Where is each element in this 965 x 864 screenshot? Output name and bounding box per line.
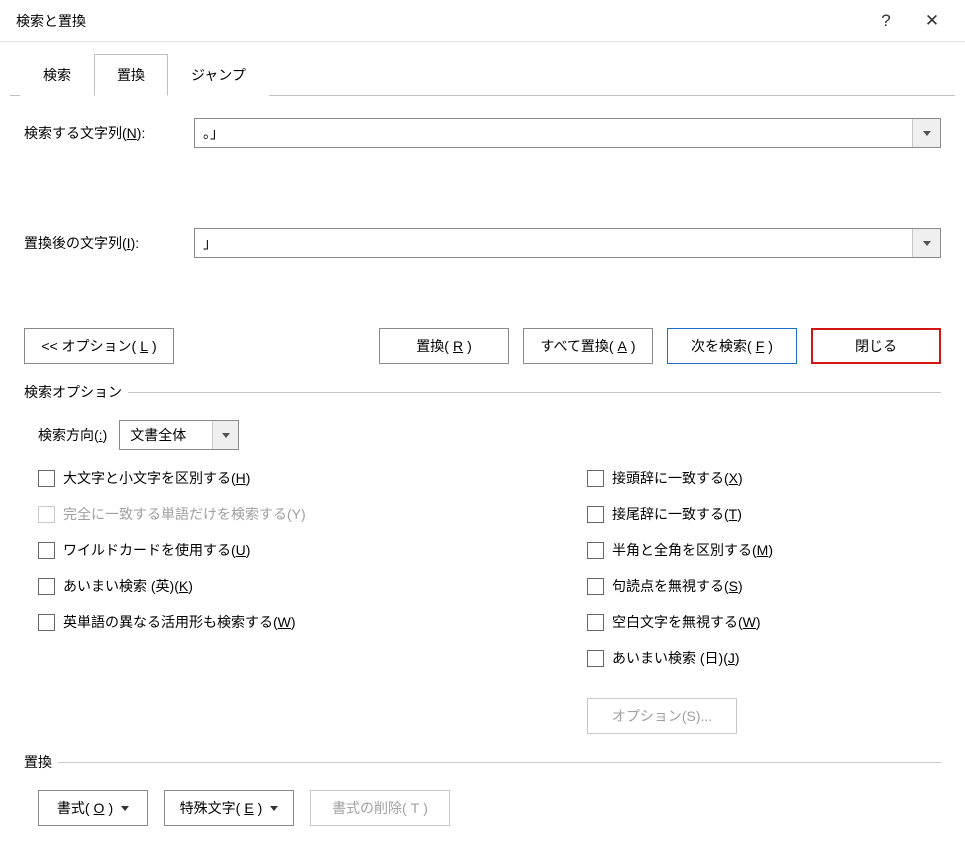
- checkbox-box: [38, 506, 55, 523]
- checkbox-left-2[interactable]: ワイルドカードを使用する(U): [38, 540, 547, 560]
- checkbox-box: [38, 578, 55, 595]
- help-button[interactable]: ?: [863, 0, 909, 42]
- checkbox-label: 接尾辞に一致する(T): [612, 504, 742, 524]
- checkbox-left-3[interactable]: あいまい検索 (英)(K): [38, 576, 547, 596]
- checkbox-label: ワイルドカードを使用する(U): [63, 540, 250, 560]
- replace-group: 置換 書式(O) 特殊文字(E) 書式の削除(T): [24, 752, 941, 830]
- direction-row: 検索方向(:) 文書全体: [38, 420, 927, 450]
- checkbox-right-3[interactable]: 句読点を無視する(S): [587, 576, 927, 596]
- checkbox-right-1[interactable]: 接尾辞に一致する(T): [587, 504, 927, 524]
- checkbox-label: 大文字と小文字を区別する(H): [63, 468, 250, 488]
- checkbox-label: 半角と全角を区別する(M): [612, 540, 773, 560]
- find-combobox: [194, 118, 941, 148]
- checkbox-label: あいまい検索 (英)(K): [63, 576, 193, 596]
- replace-group-header: 置換: [24, 752, 941, 772]
- tab-replace[interactable]: 置換: [94, 54, 168, 96]
- tab-search[interactable]: 検索: [20, 54, 94, 96]
- find-row: 検索する文字列(N):: [24, 118, 941, 148]
- tab-bar: 検索 置換 ジャンプ: [20, 54, 955, 96]
- chevron-down-icon: [923, 131, 931, 136]
- checkbox-left-4[interactable]: 英単語の異なる活用形も検索する(W): [38, 612, 547, 632]
- checkbox-left-0[interactable]: 大文字と小文字を区別する(H): [38, 468, 547, 488]
- format-button[interactable]: 書式(O): [38, 790, 148, 826]
- checkbox-right-4[interactable]: 空白文字を無視する(W): [587, 612, 927, 632]
- find-label: 検索する文字列(N):: [24, 123, 194, 143]
- close-window-button[interactable]: ✕: [909, 0, 955, 42]
- checkbox-right-0[interactable]: 接頭辞に一致する(X): [587, 468, 927, 488]
- checkbox-left-1: 完全に一致する単語だけを検索する(Y): [38, 504, 547, 524]
- close-button[interactable]: 閉じる: [811, 328, 941, 364]
- checkbox-label: 句読点を無視する(S): [612, 576, 743, 596]
- chevron-down-icon: [923, 241, 931, 246]
- titlebar: 検索と置換 ? ✕: [0, 0, 965, 42]
- find-dropdown-button[interactable]: [912, 119, 940, 147]
- checkbox-label: あいまい検索 (日)(J): [612, 648, 740, 668]
- checkbox-box: [587, 506, 604, 523]
- chevron-down-icon: [222, 433, 230, 438]
- find-next-button[interactable]: 次を検索(F): [667, 328, 797, 364]
- special-chars-button[interactable]: 特殊文字(E): [164, 790, 294, 826]
- checkbox-label: 完全に一致する単語だけを検索する(Y): [63, 504, 306, 524]
- find-input[interactable]: [195, 119, 912, 147]
- replace-button[interactable]: 置換(R): [379, 328, 509, 364]
- checkbox-label: 接頭辞に一致する(X): [612, 468, 743, 488]
- search-options-header: 検索オプション: [24, 382, 941, 402]
- chevron-down-icon: [270, 806, 278, 811]
- direction-label: 検索方向(:): [38, 425, 107, 445]
- direction-value: 文書全体: [120, 425, 212, 445]
- checkbox-label: 英単語の異なる活用形も検索する(W): [63, 612, 296, 632]
- dialog-title: 検索と置換: [16, 11, 863, 31]
- replace-dropdown-button[interactable]: [912, 229, 940, 257]
- checkbox-box: [587, 614, 604, 631]
- replace-row: 置換後の文字列(I):: [24, 228, 941, 258]
- fuzzy-options-button: オプション(S)...: [587, 698, 737, 734]
- checkbox-box: [587, 650, 604, 667]
- checkbox-right-5[interactable]: あいまい検索 (日)(J): [587, 648, 927, 668]
- checkbox-label: 空白文字を無視する(W): [612, 612, 761, 632]
- direction-dropdown-button: [212, 421, 238, 449]
- chevron-down-icon: [121, 806, 129, 811]
- checkbox-box: [38, 470, 55, 487]
- clear-format-button: 書式の削除(T): [310, 790, 450, 826]
- action-button-row: << オプション(L) 置換(R) すべて置換(A) 次を検索(F) 閉じる: [24, 328, 941, 364]
- checkbox-box: [38, 542, 55, 559]
- direction-select[interactable]: 文書全体: [119, 420, 239, 450]
- dialog-content: 検索 置換 ジャンプ 検索する文字列(N): 置換後の文字列(I):: [0, 42, 965, 864]
- replace-label: 置換後の文字列(I):: [24, 233, 194, 253]
- options-button[interactable]: << オプション(L): [24, 328, 174, 364]
- checkbox-box: [587, 470, 604, 487]
- checkbox-box: [38, 614, 55, 631]
- search-options-group: 検索オプション 検索方向(:) 文書全体 大文字と小文字を区別する(H) 完全に一…: [24, 382, 941, 734]
- replace-combobox: [194, 228, 941, 258]
- checkbox-grid: 大文字と小文字を区別する(H) 完全に一致する単語だけを検索する(Y) ワイルドカー…: [38, 468, 927, 734]
- tab-panel: 検索する文字列(N): 置換後の文字列(I): << オプション(L) 置換(R…: [10, 95, 955, 854]
- replace-all-button[interactable]: すべて置換(A): [523, 328, 653, 364]
- checkbox-box: [587, 578, 604, 595]
- checkbox-box: [587, 542, 604, 559]
- checkbox-right-2[interactable]: 半角と全角を区別する(M): [587, 540, 927, 560]
- tab-jump[interactable]: ジャンプ: [168, 54, 269, 96]
- replace-input[interactable]: [195, 229, 912, 257]
